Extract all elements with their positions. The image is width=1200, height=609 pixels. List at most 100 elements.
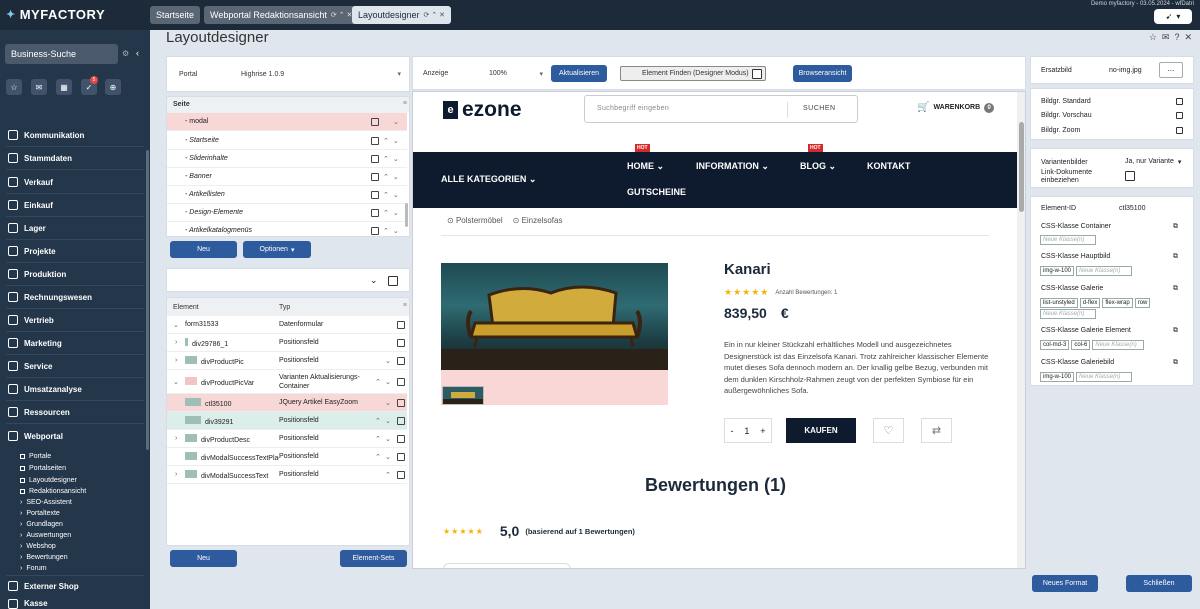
bild-standard-checkbox[interactable]	[1176, 98, 1183, 105]
chevron-down-icon[interactable]: ⌄	[385, 399, 397, 407]
chevron-right-icon[interactable]: ›	[175, 339, 185, 346]
chevron-right-icon[interactable]: ›	[175, 471, 185, 478]
compare-button[interactable]: ⇄	[921, 418, 952, 443]
edit-icon[interactable]	[397, 320, 405, 329]
new-format-button[interactable]: Neues Format	[1032, 575, 1098, 592]
element-row[interactable]: › divModalSuccessText Positionsfeld ⌃	[167, 466, 407, 484]
chevron-down-icon[interactable]: ⌄	[393, 155, 399, 163]
seite-row[interactable]: - Artikelkatalogmenüs ⌃ ⌄	[167, 222, 407, 236]
refresh-button[interactable]: Aktualisieren	[551, 65, 607, 82]
element-new-button[interactable]: Neu	[170, 550, 237, 567]
nav-information[interactable]: INFORMATION ⌄	[696, 161, 769, 172]
seite-row[interactable]: - Design-Elemente ⌃ ⌄	[167, 204, 407, 222]
star-icon[interactable]: ☆	[1149, 32, 1157, 43]
chevron-right-icon[interactable]: ›	[175, 357, 185, 364]
nav-stammdaten[interactable]: Stammdaten	[8, 149, 146, 167]
gallery-thumbnail[interactable]	[442, 386, 484, 405]
browser-view-button[interactable]: Browseransicht	[793, 65, 852, 82]
subnav-layoutdesigner[interactable]: Layoutdesigner	[20, 475, 77, 485]
nav-produktion[interactable]: Produktion	[8, 265, 146, 283]
chevron-right-icon[interactable]: ›	[175, 435, 185, 442]
edit-icon[interactable]	[397, 452, 405, 461]
element-sets-button[interactable]: Element-Sets	[340, 550, 407, 567]
tab-layoutdesigner[interactable]: Layoutdesigner ⟳ ⌃ ✕	[352, 6, 452, 24]
breadcrumb-item[interactable]: ⊙ Einzelsofas	[513, 216, 563, 225]
find-element-checkbox[interactable]	[752, 68, 762, 79]
subnav-bewertungen[interactable]: › Bewertungen	[20, 552, 68, 562]
copy-icon[interactable]: ⧉	[1173, 223, 1178, 231]
class-chip[interactable]: img-w-100	[1040, 372, 1075, 382]
nav-ressourcen[interactable]: Ressourcen	[8, 403, 146, 421]
settings-icon[interactable]: ⚙	[122, 49, 129, 58]
chevron-up-icon[interactable]: ⌃	[383, 209, 389, 217]
element-row[interactable]: divModalSuccessTextPlace Positionsfeld ⌃ ⌄	[167, 448, 407, 466]
chevron-down-icon[interactable]: ⌄	[393, 137, 399, 145]
chevron-down-icon[interactable]: ⌄	[385, 453, 397, 461]
chevron-up-icon[interactable]: ⌃	[375, 435, 385, 443]
nav-blog[interactable]: BLOG ⌄	[800, 161, 836, 172]
element-row[interactable]: › divProductPic Positionsfeld ⌄	[167, 352, 407, 370]
shop-logo[interactable]: e ezone	[443, 98, 522, 122]
nav-kasse[interactable]: Kasse	[8, 598, 146, 609]
chevron-up-icon[interactable]: ⌃	[383, 191, 389, 199]
quantity-value[interactable]: 1	[744, 426, 749, 436]
element-row-selected[interactable]: ctl35100 JQuery Artikel EasyZoom ⌄	[167, 394, 407, 412]
nav-webportal[interactable]: Webportal	[8, 427, 146, 445]
edit-icon[interactable]	[371, 172, 379, 181]
variantenbilder-select[interactable]: Ja, nur Variante ▾	[1125, 158, 1181, 166]
shop-search[interactable]: Suchbegriff eingeben SUCHEN	[584, 95, 858, 123]
nav-service[interactable]: Service	[8, 357, 146, 375]
find-element-toggle[interactable]: Element Finden (Designer Modus)	[620, 66, 766, 81]
preview-scrollbar-thumb[interactable]	[1019, 122, 1024, 212]
css-galerie-element-input[interactable]: Neue Klasse(n)	[1092, 340, 1145, 350]
buy-button[interactable]: KAUFEN	[786, 418, 856, 443]
nav-umsatzanalyse[interactable]: Umsatzanalyse	[8, 380, 146, 398]
close-button[interactable]: Schließen	[1126, 575, 1192, 592]
copy-icon[interactable]: ⧉	[1173, 327, 1178, 335]
subnav-forum[interactable]: › Forum	[20, 563, 47, 573]
edit-icon[interactable]	[397, 338, 405, 347]
class-chip[interactable]: row	[1134, 298, 1151, 308]
help-icon[interactable]: ?	[1174, 32, 1179, 43]
class-chip[interactable]: d-flex	[1079, 298, 1101, 308]
edit-icon[interactable]	[397, 377, 405, 386]
css-haupt-chips[interactable]: img-w-100 Neue Klasse(n)	[1040, 266, 1134, 276]
class-chip[interactable]: list-unstyled	[1040, 298, 1078, 308]
class-chip[interactable]: col-6	[1071, 340, 1091, 350]
nav-gutscheine[interactable]: GUTSCHEINE	[627, 187, 686, 197]
css-galerie-element-chips[interactable]: col-md-3 col-6 Neue Klasse(n)	[1040, 340, 1146, 350]
nav-lager[interactable]: Lager	[8, 219, 146, 237]
zoom-select[interactable]: 100% ▾	[487, 66, 545, 81]
menu-icon[interactable]: ≡	[403, 100, 407, 107]
edit-icon[interactable]	[397, 434, 405, 443]
copy-icon[interactable]: ⧉	[1173, 285, 1178, 293]
quantity-stepper[interactable]: - 1 +	[724, 418, 772, 443]
chevron-down-icon[interactable]: ⌄	[385, 417, 397, 425]
nav-kontakt[interactable]: KONTAKT	[867, 161, 910, 171]
chevron-down-icon[interactable]: ⌄	[385, 378, 397, 386]
seite-scrollbar[interactable]	[405, 203, 408, 227]
subnav-portalseiten[interactable]: Portalseiten	[20, 463, 66, 473]
subnav-webshop[interactable]: › Webshop	[20, 541, 56, 551]
seite-row[interactable]: - Banner ⌃ ⌄	[167, 168, 407, 186]
edit-icon[interactable]	[397, 398, 405, 407]
tab-startseite[interactable]: Startseite	[150, 6, 201, 24]
chevron-down-icon[interactable]: ⌄	[393, 191, 399, 199]
chevron-up-icon[interactable]: ⌃	[375, 417, 385, 425]
element-row[interactable]: ⌄ form31533 Datenformular	[167, 316, 407, 334]
edit-icon[interactable]	[397, 416, 405, 425]
chevron-down-icon[interactable]: ⌄	[393, 118, 399, 126]
css-galeriebild-input[interactable]: Neue Klasse(n)	[1076, 372, 1133, 382]
chevron-up-icon[interactable]: ⌃	[383, 155, 389, 163]
edit-icon[interactable]	[371, 208, 379, 217]
bild-vorschau-checkbox[interactable]	[1176, 112, 1183, 119]
css-galerie-chips[interactable]: list-unstyled d-flex flex-wrap row	[1040, 298, 1152, 308]
nav-vertrieb[interactable]: Vertrieb	[8, 311, 146, 329]
plus-icon[interactable]: +	[760, 426, 765, 436]
breadcrumb-item[interactable]: ⊙ Polstermöbel	[447, 216, 503, 225]
nav-home[interactable]: HOME ⌄	[627, 161, 664, 172]
minus-icon[interactable]: -	[730, 426, 733, 436]
chevron-up-icon[interactable]: ⌃	[383, 173, 389, 181]
nav-projekte[interactable]: Projekte	[8, 242, 146, 260]
chevron-up-icon[interactable]: ⌃	[383, 137, 389, 145]
